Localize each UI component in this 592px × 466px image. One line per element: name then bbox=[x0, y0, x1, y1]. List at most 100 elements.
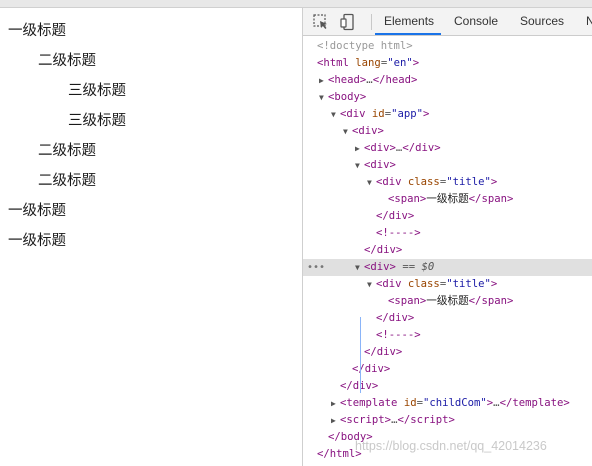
dom-node[interactable]: </div> bbox=[303, 242, 592, 259]
tab-elements[interactable]: Elements bbox=[384, 8, 434, 35]
heading-level-1: 一级标题 bbox=[8, 23, 66, 39]
dom-node[interactable]: <!doctype html> bbox=[303, 38, 592, 55]
toolbar-separator bbox=[371, 14, 372, 30]
more-actions-icon[interactable]: ••• bbox=[307, 259, 325, 276]
page-viewport: 一级标题 二级标题 三级标题 三级标题 二级标题 二级标题 一级标题 一级标题 bbox=[0, 8, 302, 466]
dom-node[interactable]: ▼ <body> bbox=[303, 89, 592, 106]
heading-level-2: 二级标题 bbox=[38, 53, 96, 69]
selection-guide-line bbox=[360, 317, 361, 393]
dom-node[interactable]: <span>一级标题</span> bbox=[303, 191, 592, 208]
heading-level-3: 三级标题 bbox=[68, 83, 126, 99]
tag-name: template bbox=[346, 397, 398, 409]
comment-node: <!----> bbox=[376, 329, 421, 341]
dom-node[interactable]: ▼ <div> bbox=[303, 123, 592, 140]
tag-name: div bbox=[358, 125, 378, 137]
attr-value: app bbox=[397, 108, 417, 120]
collapse-triangle-icon[interactable]: ▼ bbox=[367, 276, 375, 293]
watermark: https://blog.csdn.net/qq_42014236 bbox=[355, 439, 547, 453]
devtools-toolbar: Elements Console Sources N bbox=[303, 8, 592, 36]
active-tab-indicator bbox=[375, 33, 441, 35]
device-toolbar-icon[interactable] bbox=[339, 13, 357, 31]
close-tag-name: span bbox=[481, 295, 507, 307]
dom-node[interactable]: </div> bbox=[303, 378, 592, 395]
tab-sources[interactable]: Sources bbox=[520, 8, 564, 35]
collapse-triangle-icon[interactable]: ▼ bbox=[367, 174, 375, 191]
tag-name: div bbox=[370, 142, 390, 154]
selected-reference: == $0 bbox=[402, 261, 435, 273]
expand-triangle-icon[interactable]: ▶ bbox=[331, 395, 339, 412]
dom-node[interactable]: </div> bbox=[303, 310, 592, 327]
tab-network[interactable]: N bbox=[586, 8, 592, 35]
dom-node[interactable]: <!----> bbox=[303, 327, 592, 344]
attr-value: childCom bbox=[429, 397, 481, 409]
tag-name: span bbox=[394, 295, 420, 307]
attr-name: class bbox=[407, 176, 440, 188]
inspect-element-icon[interactable] bbox=[312, 13, 330, 31]
close-tag-name: span bbox=[481, 193, 507, 205]
dom-node[interactable]: ▼ <div> bbox=[303, 157, 592, 174]
dom-node[interactable]: ▼ <div class="title"> bbox=[303, 174, 592, 191]
close-tag-name: div bbox=[376, 244, 396, 256]
tag-name: div bbox=[346, 108, 366, 120]
heading-level-2: 二级标题 bbox=[38, 143, 96, 159]
text-node: 一级标题 bbox=[426, 193, 469, 205]
expand-triangle-icon[interactable]: ▶ bbox=[331, 412, 339, 429]
collapse-triangle-icon[interactable]: ▼ bbox=[355, 157, 363, 174]
close-tag-name: div bbox=[376, 346, 396, 358]
collapse-triangle-icon[interactable]: ▼ bbox=[343, 123, 351, 140]
tag-name: html bbox=[323, 57, 349, 69]
dom-tree: <!doctype html> <html lang="en"> ▶ <head… bbox=[303, 36, 592, 466]
tag-name: div bbox=[370, 261, 390, 273]
close-tag-name: div bbox=[352, 380, 372, 392]
dom-node[interactable]: ▼ <div id="app"> bbox=[303, 106, 592, 123]
expand-triangle-icon[interactable]: ▶ bbox=[319, 72, 327, 89]
heading-level-1: 一级标题 bbox=[8, 233, 66, 249]
close-tag-name: div bbox=[364, 363, 384, 375]
close-tag-name: html bbox=[329, 448, 356, 460]
tag-name: div bbox=[382, 278, 402, 290]
heading-level-1: 一级标题 bbox=[8, 203, 66, 219]
attr-name: id bbox=[371, 108, 385, 120]
close-tag-name: head bbox=[385, 74, 411, 86]
heading-level-3: 三级标题 bbox=[68, 113, 126, 129]
close-tag-name: div bbox=[388, 210, 408, 222]
tag-name: head bbox=[334, 74, 360, 86]
close-tag-name: div bbox=[415, 142, 435, 154]
dom-node[interactable]: ▶ <script>…</script> bbox=[303, 412, 592, 429]
collapse-triangle-icon[interactable]: ▼ bbox=[355, 259, 363, 276]
dom-node[interactable]: </div> bbox=[303, 361, 592, 378]
tag-name: div bbox=[370, 159, 390, 171]
close-tag-name: template bbox=[512, 397, 564, 409]
attr-value: en bbox=[393, 57, 407, 69]
attr-name: class bbox=[407, 278, 440, 290]
browser-top-strip bbox=[0, 0, 592, 8]
dom-node[interactable]: ▶ <div>…</div> bbox=[303, 140, 592, 157]
attr-name: id bbox=[403, 397, 417, 409]
text-node: 一级标题 bbox=[426, 295, 469, 307]
collapse-triangle-icon[interactable]: ▼ bbox=[331, 106, 339, 123]
heading-level-2: 二级标题 bbox=[38, 173, 96, 189]
doctype-text: <!doctype html> bbox=[317, 40, 413, 52]
collapse-triangle-icon[interactable]: ▼ bbox=[319, 89, 327, 106]
tag-name: script bbox=[346, 414, 385, 426]
tag-name: body bbox=[334, 91, 360, 103]
attr-value: title bbox=[452, 176, 485, 188]
dom-node[interactable]: <html lang="en"> bbox=[303, 55, 592, 72]
dom-node-selected[interactable]: ••• ▼ <div> == $0 bbox=[303, 259, 592, 276]
attr-name: lang bbox=[355, 57, 381, 69]
dom-node[interactable]: <span>一级标题</span> bbox=[303, 293, 592, 310]
dom-node[interactable]: <!----> bbox=[303, 225, 592, 242]
attr-value: title bbox=[452, 278, 485, 290]
comment-node: <!----> bbox=[376, 227, 421, 239]
dom-node[interactable]: ▶ <template id="childCom">…</template> bbox=[303, 395, 592, 412]
close-tag-name: div bbox=[388, 312, 408, 324]
dom-node[interactable]: ▼ <div class="title"> bbox=[303, 276, 592, 293]
dom-node[interactable]: ▶ <head>…</head> bbox=[303, 72, 592, 89]
devtools-panel: Elements Console Sources N <!doctype htm… bbox=[302, 8, 592, 466]
dom-node[interactable]: </div> bbox=[303, 208, 592, 225]
dom-node[interactable]: </div> bbox=[303, 344, 592, 361]
tag-name: span bbox=[394, 193, 420, 205]
expand-triangle-icon[interactable]: ▶ bbox=[355, 140, 363, 157]
tag-name: div bbox=[382, 176, 402, 188]
tab-console[interactable]: Console bbox=[454, 8, 498, 35]
